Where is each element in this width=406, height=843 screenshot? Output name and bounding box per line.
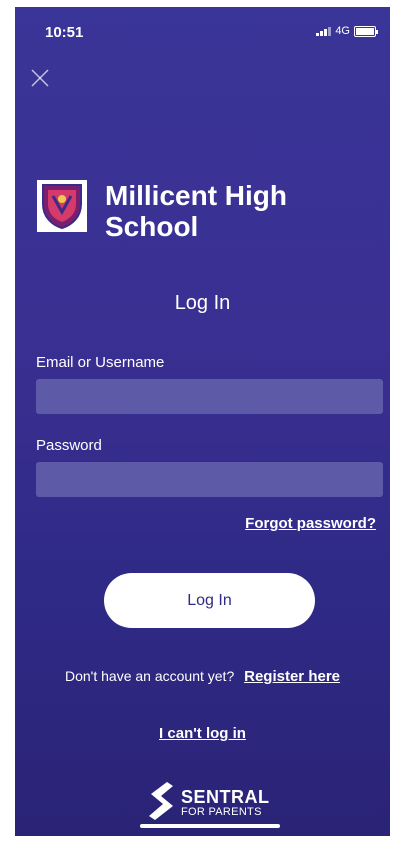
school-crest [37,180,87,232]
school-header: Millicent High School [37,180,345,242]
status-time: 10:51 [45,24,84,41]
login-button[interactable]: Log In [104,573,315,628]
network-label: 4G [335,25,350,37]
signal-icon [316,26,332,36]
home-indicator[interactable] [140,824,280,828]
no-account-text: Don't have an account yet? [65,668,235,684]
cant-login-link[interactable]: I can't log in [15,725,390,742]
forgot-password-link[interactable]: Forgot password? [245,515,376,532]
brand-name: SENTRAL [181,787,270,807]
register-row: Don't have an account yet? Register here [15,668,390,685]
sentral-s-icon [149,782,173,820]
sentral-logo: SENTRAL FOR PARENTS [145,780,270,830]
close-icon[interactable] [29,67,51,89]
email-field[interactable] [36,379,383,414]
status-icons: 4G [316,25,378,37]
password-label: Password [36,437,102,454]
school-name: Millicent High School [105,180,287,242]
register-link[interactable]: Register here [244,668,340,685]
password-field[interactable] [36,462,383,497]
page-title: Log In [174,292,231,314]
brand-subtitle: FOR PARENTS [181,806,262,818]
app-screen: 10:51 4G Millicent High School Log In Em… [15,7,390,836]
email-label: Email or Username [36,354,165,371]
battery-icon [354,25,378,37]
logo-text: SENTRAL FOR PARENTS [181,787,270,820]
